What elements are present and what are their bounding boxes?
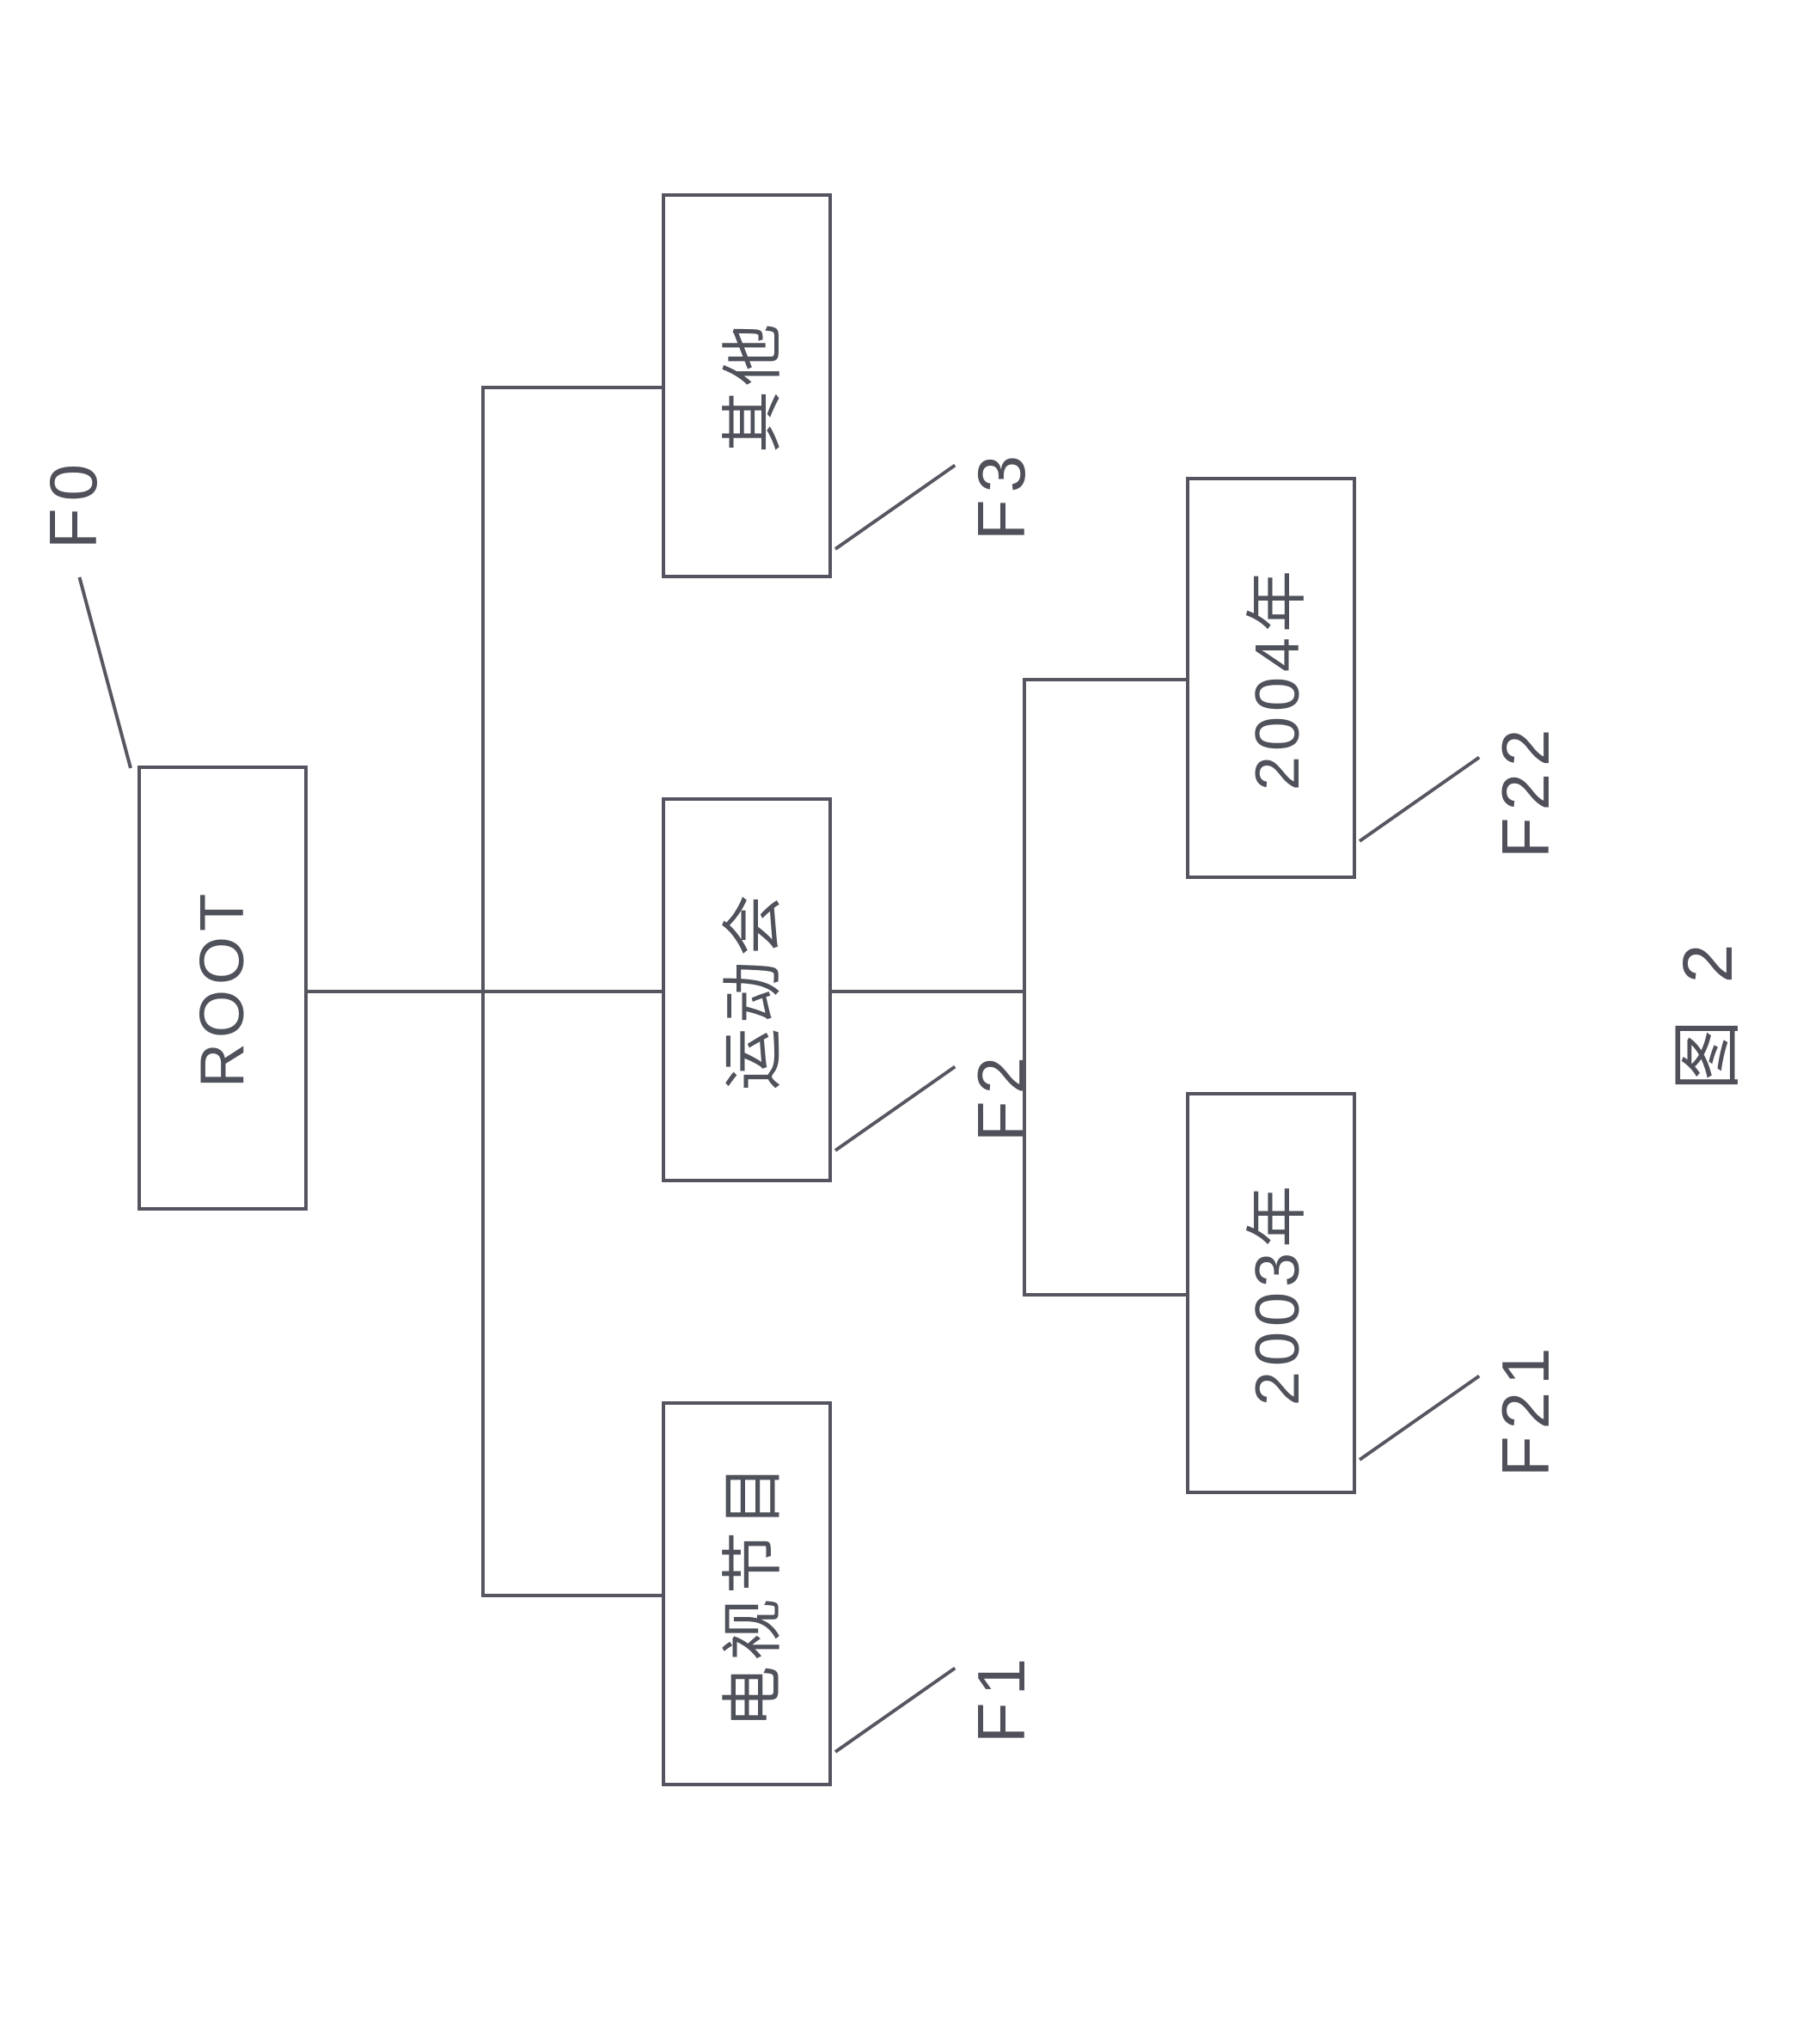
node-f21-text: 2003年 — [1226, 1181, 1317, 1406]
leader-f1 — [834, 1667, 957, 1754]
node-f2-text: 运动会 — [702, 889, 792, 1090]
label-f2: F2 — [963, 1050, 1041, 1142]
leader-f21 — [1359, 1375, 1481, 1461]
conn-drop-f2 — [481, 990, 662, 993]
figure-caption: 图 2 — [1650, 936, 1752, 1090]
node-f3-text: 其他 — [702, 319, 792, 453]
conn-bus-2 — [1023, 678, 1026, 1297]
conn-drop-f22 — [1023, 678, 1186, 681]
conn-root-stem — [304, 990, 481, 993]
node-f1: 电视节目 — [662, 1401, 832, 1786]
node-f22: 2004年 — [1186, 477, 1356, 879]
label-f21: F21 — [1487, 1341, 1565, 1477]
leader-f0 — [78, 577, 132, 768]
node-f21: 2003年 — [1186, 1092, 1356, 1494]
leader-f22 — [1359, 756, 1481, 843]
leader-f2 — [834, 1065, 957, 1152]
conn-drop-f1 — [481, 1594, 662, 1597]
node-root: ROOT — [138, 766, 308, 1211]
conn-drop-f3 — [481, 386, 662, 389]
label-f3: F3 — [963, 448, 1041, 540]
node-f3: 其他 — [662, 193, 832, 578]
node-root-text: ROOT — [187, 888, 258, 1088]
label-f22: F22 — [1487, 723, 1565, 858]
node-f2: 运动会 — [662, 797, 832, 1182]
label-f1: F1 — [963, 1651, 1041, 1743]
node-f22-text: 2004年 — [1226, 565, 1317, 790]
leader-f3 — [834, 464, 957, 551]
node-f1-text: 电视节目 — [702, 1460, 792, 1728]
conn-f2-stem — [828, 990, 1023, 993]
conn-drop-f21 — [1023, 1293, 1186, 1297]
label-f0: F0 — [34, 457, 113, 549]
